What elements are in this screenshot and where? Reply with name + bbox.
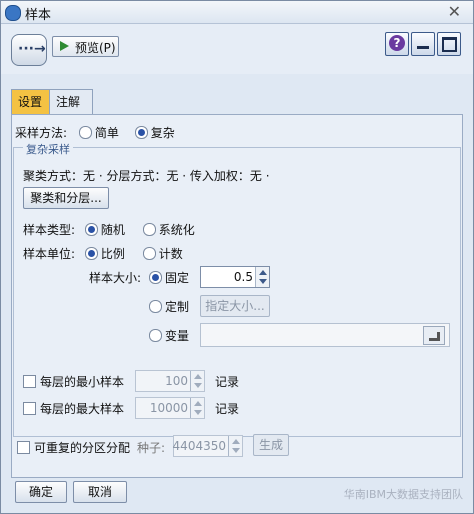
fixed-size-spinner[interactable]: 0.5 [200,266,270,288]
size-custom-label: 定制 [165,300,190,314]
close-icon[interactable]: ✕ [448,2,461,21]
app-icon [5,5,21,21]
help-icon: ? [389,35,405,51]
checkbox-icon [23,402,36,415]
min-per-stratum-label: 每层的最小样本 [40,375,125,389]
repeatable-partition-label: 可重复的分区分配 [34,441,131,455]
sample-size-label: 样本大小: [89,271,142,285]
size-custom-option[interactable]: 定制 [149,298,189,315]
max-per-stratum-value: 10000 [149,401,188,415]
radio-icon [78,126,92,139]
max-per-stratum-spinner[interactable]: 10000 [135,397,205,419]
method-complex-label: 复杂 [150,126,175,140]
fixed-size-value: 0.5 [233,270,253,284]
min-per-stratum-option[interactable]: 每层的最小样本 [23,373,124,390]
method-complex-option[interactable]: 复杂 [134,126,175,140]
group-title: 复杂采样 [23,141,73,157]
sampling-method-row: 采样方法: 简单 复杂 [15,124,175,141]
chevron-up-icon [194,401,202,406]
checkbox-icon [23,375,36,388]
radio-icon [149,329,162,342]
generate-seed-button[interactable]: 生成 [253,434,289,456]
preview-button[interactable]: 预览(P) [52,36,119,57]
size-fixed-label: 固定 [165,271,190,285]
chevron-down-icon [194,410,202,415]
sampling-method-label: 采样方法: [15,126,68,140]
records-label-min: 记录 [215,375,240,389]
units-proportion-label: 比例 [100,247,125,261]
units-count-label: 计数 [158,247,183,261]
size-variable-label: 变量 [165,329,190,343]
min-per-stratum-spinner[interactable]: 100 [135,370,205,392]
units-proportion-option[interactable]: 比例 [84,247,125,261]
units-count-option[interactable]: 计数 [142,247,183,261]
radio-icon [142,247,156,260]
minimize-icon [417,46,429,49]
type-systematic-option[interactable]: 系统化 [142,223,195,237]
tab-annotations[interactable]: 注解 [49,89,93,114]
seed-value: 4404350 [172,439,226,453]
checkbox-icon [17,441,30,454]
max-per-stratum-label: 每层的最大样本 [40,402,125,416]
min-per-stratum-value: 100 [165,374,188,388]
repeatable-partition-option[interactable]: 可重复的分区分配 [17,439,130,456]
size-variable-option[interactable]: 变量 [149,327,189,344]
help-button[interactable]: ? [385,32,409,56]
chevron-up-icon [259,270,267,275]
type-random-option[interactable]: 随机 [84,223,125,237]
radio-selected-icon [149,271,162,284]
chevron-up-icon [232,439,240,444]
sample-units-row: 样本单位: 比例 计数 [23,245,183,262]
method-simple-label: 简单 [94,126,119,140]
method-simple-option[interactable]: 简单 [78,126,119,140]
records-label-max: 记录 [215,402,240,416]
type-systematic-label: 系统化 [158,223,195,237]
radio-selected-icon [84,247,98,260]
chevron-down-icon [259,279,267,284]
seed-spinner[interactable]: 4404350 [173,435,243,457]
radio-icon [149,300,162,313]
title-bar: 样本 ✕ [1,1,473,24]
chevron-down-icon [232,448,240,453]
chevron-up-icon [194,374,202,379]
seed-label: 种子: [137,441,166,455]
field-picker-icon[interactable] [423,326,445,345]
radio-selected-icon [134,126,148,139]
ok-button[interactable]: 确定 [15,481,67,503]
watermark: 华南IBM大数据支持团队 [343,488,463,501]
spinner-arrows[interactable] [228,436,242,456]
sample-type-row: 样本类型: 随机 系统化 [23,221,195,238]
cancel-button[interactable]: 取消 [73,481,127,503]
sample-node-dialog: 样本 ✕ ···→ 预览(P) ? 设置 注解 采样方法: 简单 复杂 复杂采样… [0,0,474,514]
summary-text: 聚类方式：无 · 分层方式：无 · 传入加权：无 · [23,169,270,183]
spinner-arrows[interactable] [190,371,204,391]
size-fixed-option[interactable]: 固定 [149,269,189,286]
chevron-down-icon [194,383,202,388]
sample-units-label: 样本单位: [23,247,76,261]
specify-size-button[interactable]: 指定大小... [200,295,270,317]
sample-type-label: 样本类型: [23,223,76,237]
spinner-arrows[interactable] [190,398,204,418]
variable-field[interactable] [200,323,450,347]
type-random-label: 随机 [100,223,125,237]
preview-label: 预览(P) [75,41,116,55]
spinner-arrows[interactable] [255,267,269,287]
max-per-stratum-option[interactable]: 每层的最大样本 [23,400,124,417]
radio-icon [142,223,156,236]
window-title: 样本 [25,8,52,23]
maximize-icon [442,37,457,52]
sample-node-icon: ···→ [11,34,47,66]
play-icon [60,41,69,51]
cluster-stratify-button[interactable]: 聚类和分层... [23,187,109,209]
minimize-button[interactable] [411,32,435,56]
radio-selected-icon [84,223,98,236]
maximize-button[interactable] [437,32,461,56]
